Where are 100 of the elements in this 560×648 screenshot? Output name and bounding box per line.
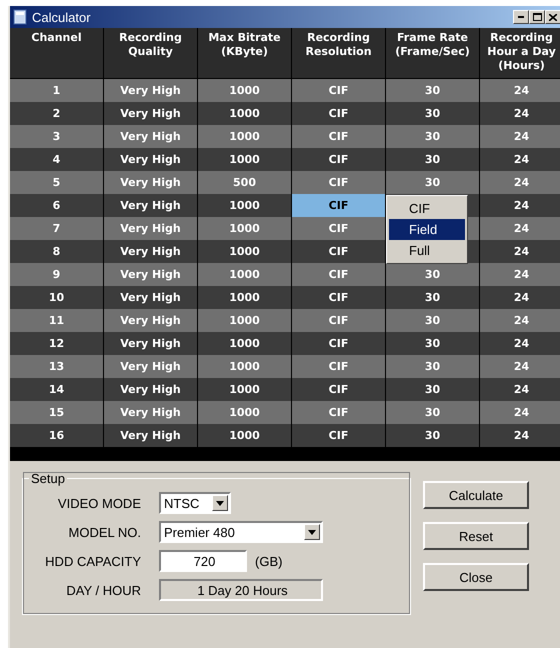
table-cell: 6	[10, 194, 104, 217]
table-cell: 1000	[198, 125, 292, 148]
table-cell: 24	[480, 378, 560, 401]
table-cell: 1	[10, 79, 104, 102]
table-cell: Very High	[104, 148, 198, 171]
table-cell: 1000	[198, 102, 292, 125]
table-cell: Very High	[104, 125, 198, 148]
table-cell: 1000	[198, 401, 292, 424]
table-cell: 12	[10, 332, 104, 355]
table-cell: 1000	[198, 309, 292, 332]
table-cell: 7	[10, 217, 104, 240]
table-cell: 5	[10, 171, 104, 194]
table-cell: 24	[480, 171, 560, 194]
table-cell[interactable]: CIF	[292, 194, 386, 217]
table-cell[interactable]: CIF	[292, 286, 386, 309]
caret-icon	[216, 500, 224, 506]
table-cell: 24	[480, 401, 560, 424]
table-cell: 1000	[198, 79, 292, 102]
table-cell: 1000	[198, 424, 292, 447]
column-header: Recording Quality	[104, 28, 198, 79]
table-cell[interactable]: CIF	[292, 378, 386, 401]
table-cell: 24	[480, 424, 560, 447]
table-cell[interactable]: CIF	[292, 79, 386, 102]
column-header: Recording Hour a Day (Hours)	[480, 28, 560, 79]
caret-icon	[308, 530, 316, 534]
action-button[interactable]: Calculate	[423, 481, 529, 509]
group-title: Setup	[30, 471, 66, 486]
table-cell: 30	[386, 148, 480, 171]
table-cell[interactable]: CIF	[292, 309, 386, 332]
window-title: Calculator	[32, 10, 91, 24]
table-cell[interactable]: CIF	[292, 102, 386, 125]
dropdown-field[interactable]: Premier 480	[159, 521, 323, 543]
table-cell: 30	[386, 309, 480, 332]
dropdown-option[interactable]: Full	[389, 240, 465, 261]
table-cell: 30	[386, 378, 480, 401]
column-header: Channel	[10, 28, 104, 79]
table-cell: 24	[480, 332, 560, 355]
table-cell: 1000	[198, 148, 292, 171]
table-cell: 9	[10, 263, 104, 286]
table-cell[interactable]: CIF	[292, 424, 386, 447]
table-cell: 10	[10, 286, 104, 309]
table-cell: Very High	[104, 378, 198, 401]
table-cell: 30	[386, 171, 480, 194]
table-cell: Very High	[104, 286, 198, 309]
table-cell: 30	[386, 332, 480, 355]
table-cell: Very High	[104, 79, 198, 102]
table-cell[interactable]: CIF	[292, 401, 386, 424]
table-cell: 15	[10, 401, 104, 424]
column-header: Frame Rate (Frame/Sec)	[386, 28, 480, 79]
table-cell: 1000	[198, 378, 292, 401]
table-cell[interactable]: CIF	[292, 332, 386, 355]
table-cell: 2	[10, 102, 104, 125]
table-cell: 4	[10, 148, 104, 171]
table-cell: Very High	[104, 424, 198, 447]
table-cell: 1000	[198, 194, 292, 217]
close-button[interactable]	[545, 10, 560, 24]
table-cell: 1000	[198, 263, 292, 286]
table-cell: Very High	[104, 194, 198, 217]
table-cell: 24	[480, 263, 560, 286]
dropdown-option[interactable]: Field	[389, 219, 465, 240]
table-cell[interactable]: CIF	[292, 263, 386, 286]
table-cell: Very High	[104, 102, 198, 125]
table-cell: Very High	[104, 309, 198, 332]
table-cell: 500	[198, 171, 292, 194]
table-cell: Very High	[104, 263, 198, 286]
action-button[interactable]: Close	[423, 563, 529, 591]
table-cell: Very High	[104, 355, 198, 378]
table-cell: 30	[386, 401, 480, 424]
action-button[interactable]: Reset	[423, 522, 529, 550]
dropdown-option[interactable]: CIF	[389, 198, 465, 219]
table-cell: 30	[386, 355, 480, 378]
table-cell[interactable]: CIF	[292, 125, 386, 148]
field-label: DAY / HOUR	[65, 582, 141, 598]
table-cell[interactable]: CIF	[292, 171, 386, 194]
field-label: MODEL NO.	[68, 524, 141, 540]
minimize-button[interactable]	[513, 10, 529, 24]
table-cell[interactable]: CIF	[292, 355, 386, 378]
dropdown-field[interactable]: NTSC	[159, 492, 231, 514]
table-cell[interactable]: CIF	[292, 240, 386, 263]
table-cell: Very High	[104, 171, 198, 194]
field-label: HDD CAPACITY	[44, 554, 141, 568]
maximize-button[interactable]	[529, 10, 545, 24]
table-cell: 24	[480, 79, 560, 102]
calculator-icon	[13, 9, 27, 25]
table-cell: 24	[480, 125, 560, 148]
input-field[interactable]: 720	[159, 550, 247, 572]
table-cell: 13	[10, 355, 104, 378]
table-cell[interactable]: CIF	[292, 148, 386, 171]
column-header: Recording Resolution	[292, 28, 386, 79]
table-cell: 30	[386, 102, 480, 125]
table-cell: 30	[386, 125, 480, 148]
column-header: Max Bitrate (KByte)	[198, 28, 292, 79]
table-cell[interactable]: CIF	[292, 217, 386, 240]
table-cell: 24	[480, 217, 560, 240]
table-cell: 24	[480, 309, 560, 332]
table-cell: 1000	[198, 355, 292, 378]
table-cell: 30	[386, 286, 480, 309]
table-cell: 8	[10, 240, 104, 263]
table-cell: 1000	[198, 332, 292, 355]
field-label: VIDEO MODE	[56, 496, 141, 510]
